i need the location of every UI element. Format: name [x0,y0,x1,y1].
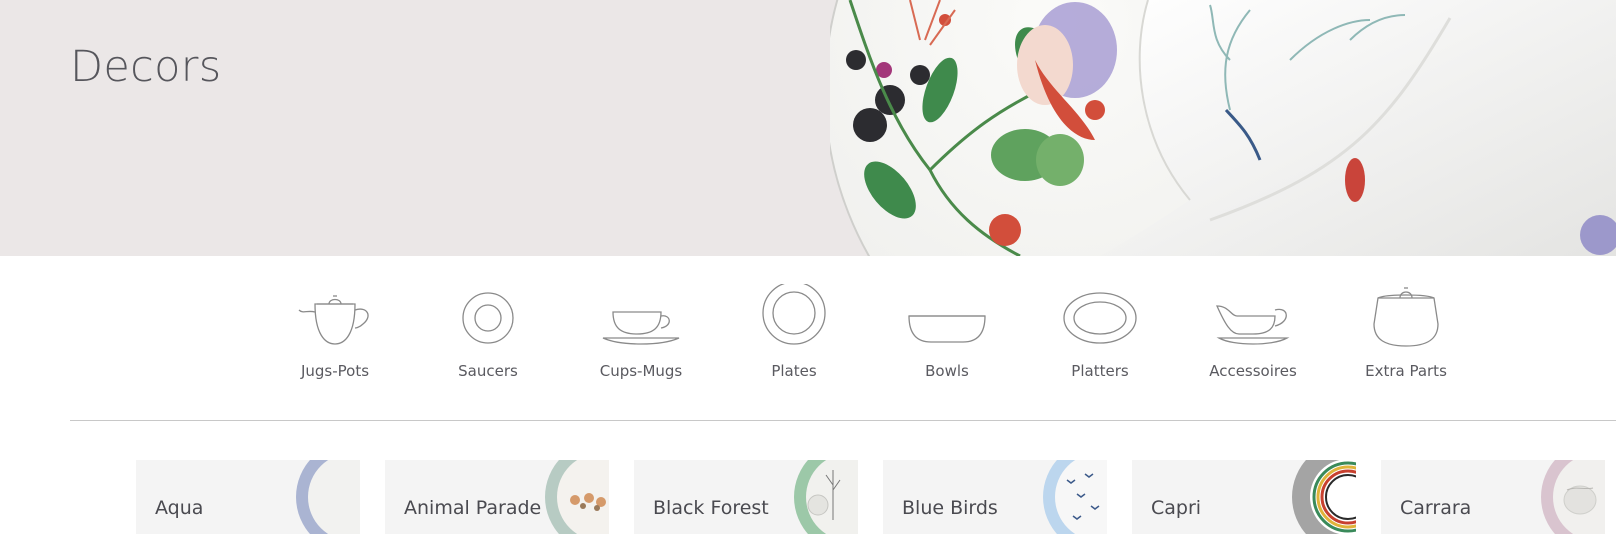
hero-banner: Decors [0,0,1616,256]
decor-tile-aqua[interactable]: Aqua [136,460,360,534]
category-saucers[interactable]: Saucers [428,284,548,380]
sugar-bowl-icon [1373,287,1439,347]
bowl-icon [908,315,986,343]
decor-tile-animal-parade[interactable]: Animal Parade [385,460,609,534]
decor-plate-image [1292,460,1356,534]
decor-plate-image [296,460,360,534]
hero-tableware-image [830,0,1616,256]
category-label: Accessoires [1209,362,1297,380]
decor-tile-capri[interactable]: Capri [1132,460,1356,534]
category-label: Jugs-Pots [300,362,370,380]
category-label: Cups-Mugs [599,362,683,380]
category-navigation: Jugs-Pots Saucers Cups-Mugs Plates Bowls… [0,284,1616,404]
section-divider [70,420,1616,421]
teapot-icon [298,295,369,345]
saucer-icon [462,292,514,344]
decor-tile-black-forest[interactable]: Black Forest [634,460,858,534]
decor-name: Aqua [155,497,204,519]
decor-name: Blue Birds [902,497,998,519]
decor-plate-image [545,460,609,534]
decor-tile-carrara[interactable]: Carrara [1381,460,1605,534]
category-jugs-pots[interactable]: Jugs-Pots [275,284,395,380]
decor-plate-image [794,460,858,534]
category-plates[interactable]: Plates [734,284,854,380]
decor-name: Animal Parade [404,497,542,519]
category-label: Plates [771,362,817,380]
gravy-boat-icon [1215,305,1290,345]
category-accessoires[interactable]: Accessoires [1193,284,1313,380]
decor-name: Carrara [1400,497,1472,519]
decor-plate-image [1541,460,1605,534]
platter-icon [1063,292,1137,344]
category-label: Platters [1071,362,1129,380]
category-label: Extra Parts [1365,362,1447,380]
category-label: Bowls [925,362,969,380]
decor-name: Black Forest [653,497,769,519]
decor-tile-blue-birds[interactable]: Blue Birds [883,460,1107,534]
cup-icon [602,311,680,345]
page-title: Decors [70,42,222,92]
category-cups-mugs[interactable]: Cups-Mugs [581,284,701,380]
decor-name: Capri [1151,497,1202,519]
category-bowls[interactable]: Bowls [887,284,1007,380]
category-platters[interactable]: Platters [1040,284,1160,380]
category-extra-parts[interactable]: Extra Parts [1346,284,1466,380]
decor-plate-image [1043,460,1107,534]
plate-icon [762,284,826,345]
category-label: Saucers [458,362,518,380]
